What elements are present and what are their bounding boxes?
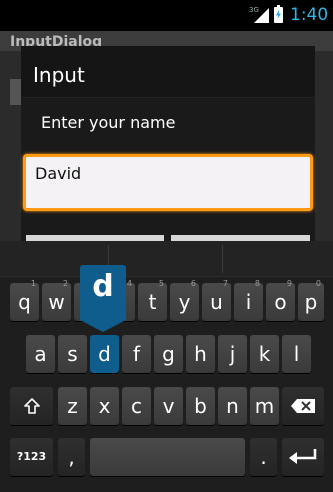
key-c[interactable]: c [122,387,151,425]
key-m[interactable]: m [250,387,279,425]
dialog-title: Input [33,63,85,87]
name-input-value: David [35,164,82,183]
dialog-message: Enter your name [41,113,176,132]
key-a[interactable]: a [26,335,55,373]
key-x[interactable]: x [90,387,119,425]
period-key[interactable]: . [250,438,277,476]
backspace-icon [291,399,315,413]
key-n[interactable]: n [218,387,247,425]
input-dialog: Input Enter your name David [21,46,315,246]
suggestion-divider [222,245,223,273]
key-g[interactable]: g [154,335,183,373]
comma-key[interactable]: , [58,438,85,476]
key-h[interactable]: h [186,335,215,373]
spacebar[interactable] [90,438,245,476]
key-i[interactable]: i8 [234,279,263,321]
dialog-header: Input [21,46,315,98]
key-p[interactable]: p0 [298,279,324,321]
key-o[interactable]: o9 [266,279,295,321]
key-s[interactable]: s [58,335,87,373]
key-w[interactable]: w2 [42,279,71,321]
key-preview-letter: d [92,269,114,304]
signal-icon [254,8,269,23]
key-preview-popup: d [80,265,126,332]
clock: 1:40 [290,5,329,25]
battery-charging-icon [274,5,283,23]
key-v[interactable]: v [154,387,183,425]
enter-icon [289,449,317,464]
key-q[interactable]: q1 [10,279,39,321]
symbols-key[interactable]: ?123 [10,438,53,476]
shift-key[interactable] [10,387,53,425]
backspace-key[interactable] [282,387,324,425]
enter-key[interactable] [282,438,324,476]
shift-icon [23,398,40,414]
key-t[interactable]: t5 [138,279,167,321]
name-input-field[interactable]: David [23,154,313,211]
key-y[interactable]: y6 [170,279,199,321]
suggestion-strip [0,241,333,277]
key-d[interactable]: d [90,335,119,373]
key-k[interactable]: k [250,335,279,373]
key-l[interactable]: l [282,335,311,373]
key-b[interactable]: b [186,387,215,425]
status-bar: 3G 1:40 [0,0,333,31]
key-f[interactable]: f [122,335,151,373]
key-j[interactable]: j [218,335,247,373]
key-u[interactable]: u7 [202,279,231,321]
key-z[interactable]: z [58,387,87,425]
